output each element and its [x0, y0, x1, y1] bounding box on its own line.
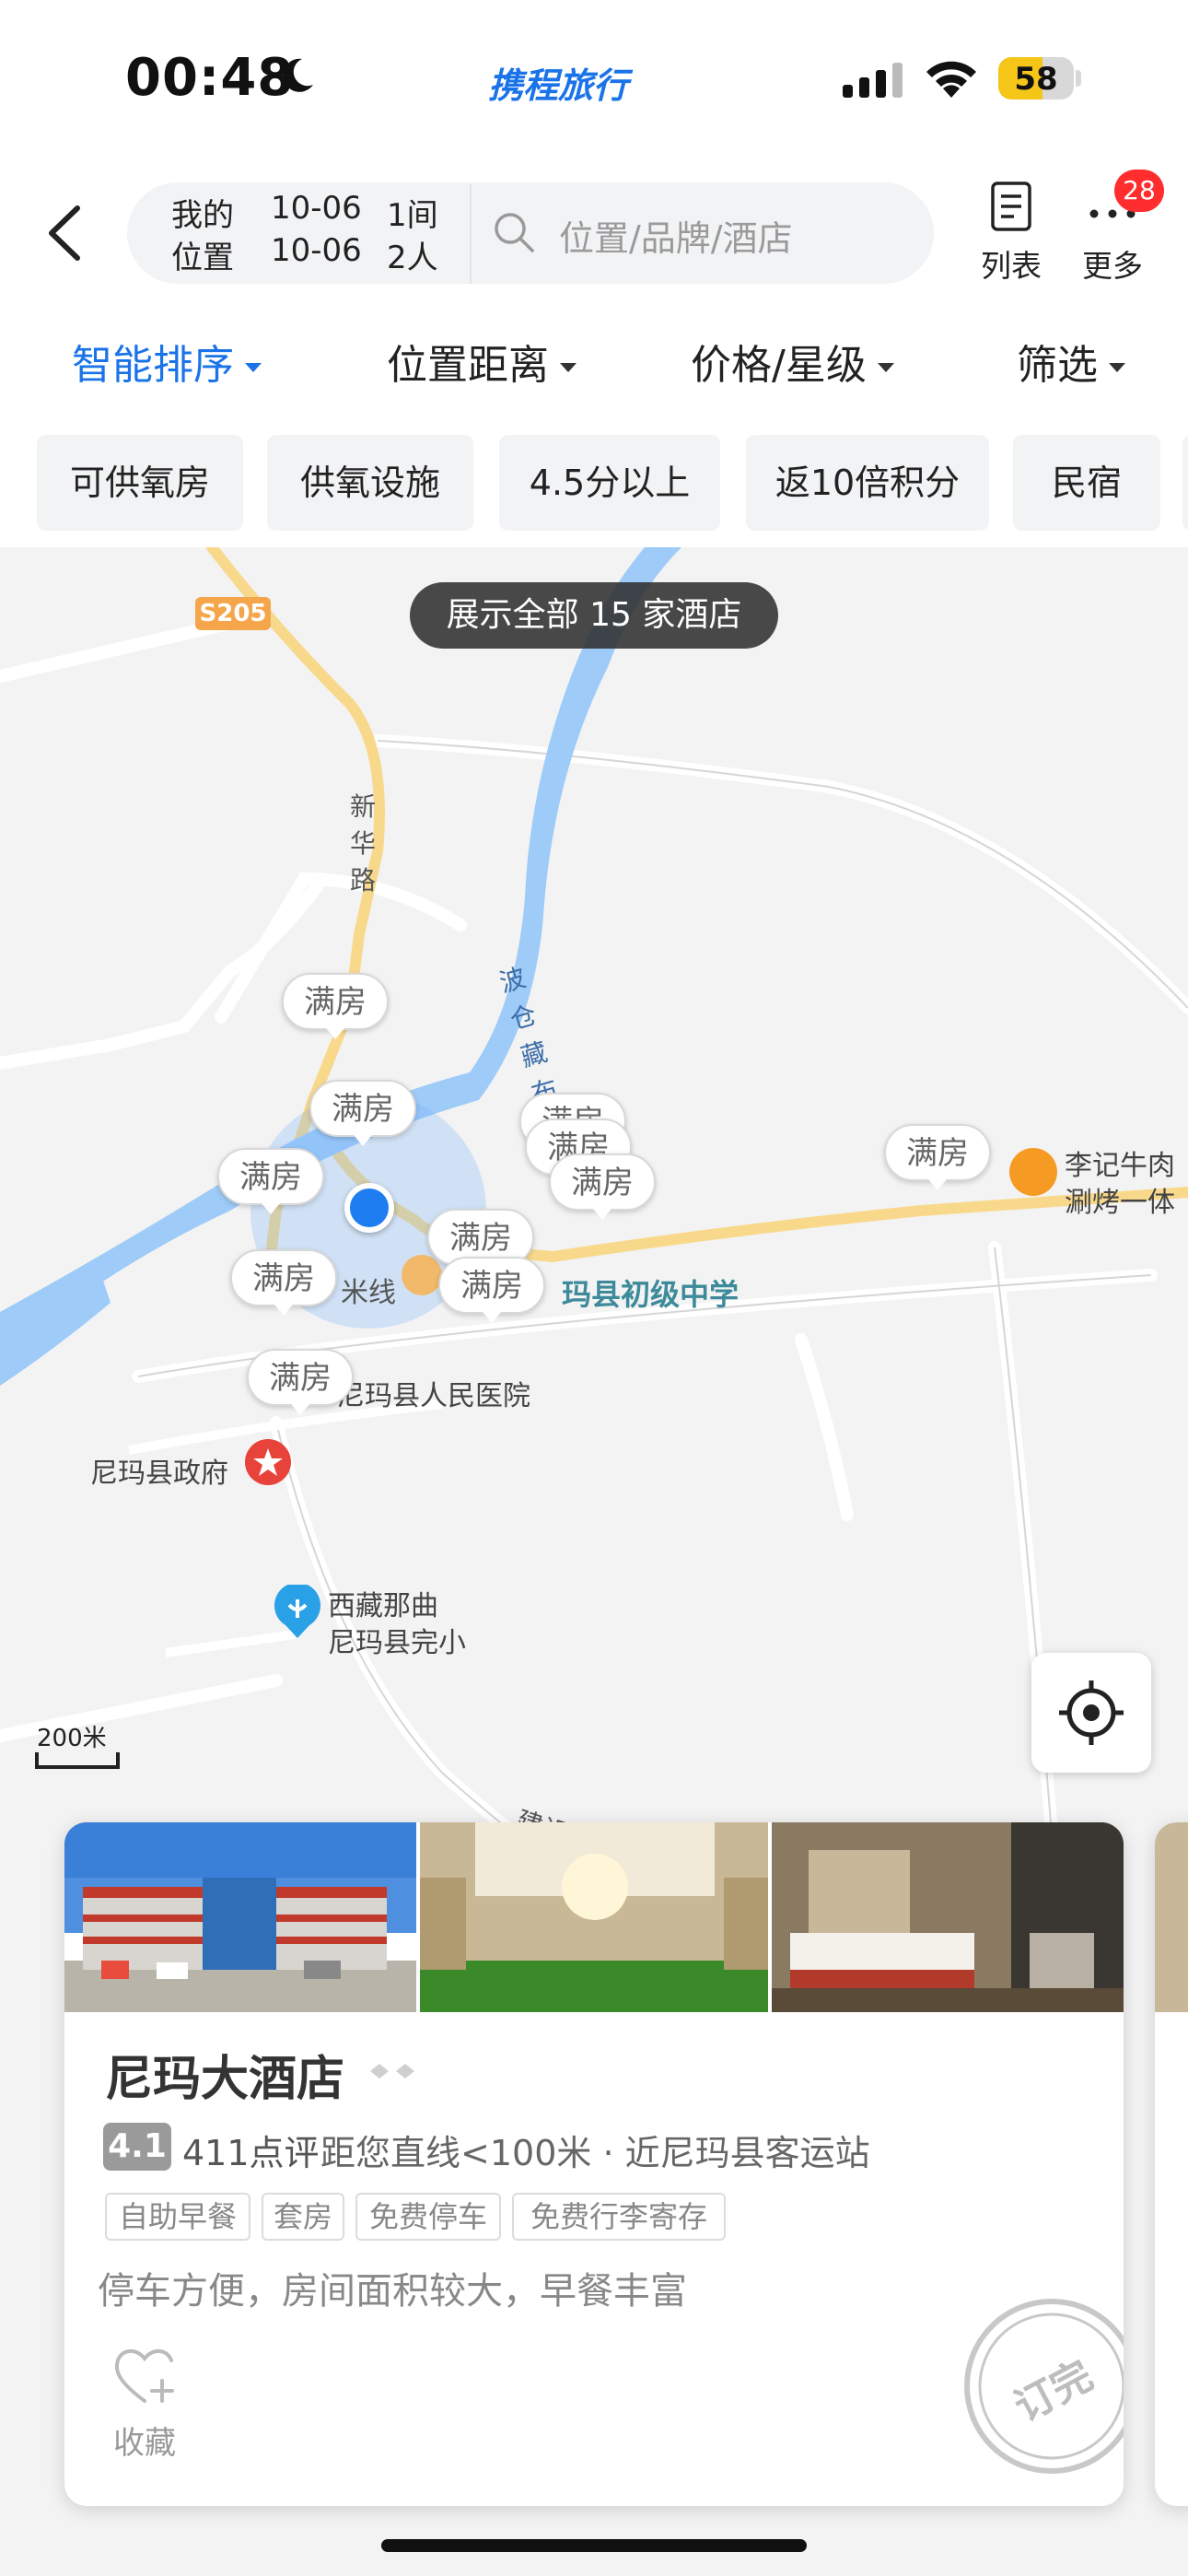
- hotel-marker-full[interactable]: 满房: [282, 973, 389, 1039]
- rating-score-badge: 4.1: [103, 2123, 171, 2171]
- brand-logo: 携程旅行: [488, 65, 629, 106]
- hotel-marker-full[interactable]: 满房: [438, 1257, 545, 1323]
- wifi-icon: [926, 61, 976, 98]
- list-icon: [991, 181, 1031, 231]
- search-divider: [470, 184, 472, 284]
- poi-xizang-line1[interactable]: 西藏那曲: [328, 1583, 438, 1623]
- guest-count[interactable]: 2人: [387, 232, 438, 277]
- hotel-marker-full[interactable]: 满房: [884, 1124, 991, 1190]
- show-all-hotels-button[interactable]: 展示全部 15 家酒店: [410, 582, 778, 649]
- next-hotel-card[interactable]: [1155, 1822, 1188, 2506]
- map-scale-bar: [35, 1752, 120, 1769]
- more-label: 更多: [1082, 248, 1143, 284]
- hotel-marker-full[interactable]: 满房: [247, 1349, 354, 1415]
- moon-icon: [283, 58, 313, 92]
- filter-chip[interactable]: 返10倍积分: [746, 435, 989, 531]
- poi-school[interactable]: 玛县初级中学: [562, 1271, 739, 1314]
- search-icon: [495, 213, 534, 252]
- shop-pin-icon[interactable]: [402, 1255, 442, 1295]
- home-indicator[interactable]: [381, 2539, 807, 2552]
- poi-xizang-line2[interactable]: 尼玛县完小: [328, 1620, 466, 1660]
- favorite-button[interactable]: 收藏: [103, 2344, 186, 2464]
- location-label[interactable]: 我的: [171, 190, 234, 235]
- government-pin-icon[interactable]: [243, 1437, 293, 1487]
- sort-distance[interactable]: 位置距离: [387, 332, 577, 391]
- hotel-marker-full[interactable]: 满房: [309, 1080, 416, 1146]
- amenity-tag: 自助早餐: [105, 2193, 250, 2241]
- amenity-tag: 套房: [262, 2193, 344, 2241]
- school-pin-icon[interactable]: [273, 1585, 322, 1640]
- chevron-down-icon: [877, 363, 894, 372]
- heart-plus-icon: [114, 2349, 174, 2403]
- cellular-signal-icon: [843, 63, 903, 98]
- location-label-line2[interactable]: 位置: [171, 232, 234, 277]
- amenity-tag: 免费行李寄存: [512, 2193, 726, 2241]
- diamond-rating-icon: [370, 2064, 414, 2078]
- list-view-button[interactable]: 列表: [976, 181, 1046, 287]
- list-label: 列表: [981, 248, 1042, 284]
- highway-shield-s205: S205: [195, 597, 271, 630]
- current-location-dot: [344, 1183, 394, 1233]
- filter-chip[interactable]: 可供氧房: [37, 435, 243, 531]
- filter-chip[interactable]: 民宿: [1013, 435, 1160, 531]
- poi-restaurant-line2[interactable]: 涮烤一体: [1065, 1179, 1175, 1220]
- room-count[interactable]: 1间: [387, 190, 438, 235]
- sold-out-stamp: 订完: [960, 2294, 1124, 2478]
- battery-indicator: 58: [998, 57, 1083, 100]
- status-time: 00:48: [125, 48, 295, 108]
- sort-filter[interactable]: 筛选: [1017, 332, 1125, 391]
- notification-badge: 28: [1114, 170, 1164, 212]
- review-count[interactable]: 411点评: [182, 2125, 320, 2175]
- poi-government[interactable]: 尼玛县政府: [90, 1450, 228, 1491]
- search-input[interactable]: 位置/品牌/酒店: [559, 210, 793, 261]
- hotel-photo-lobby[interactable]: [420, 1822, 768, 2012]
- filter-chip-overflow[interactable]: [1182, 435, 1188, 531]
- locate-me-button[interactable]: [1031, 1653, 1151, 1773]
- distance-info: 距您直线<100米 · 近尼玛县客运站: [320, 2133, 870, 2173]
- sort-smart-label: 智能排序: [72, 342, 234, 389]
- hotel-marker-full[interactable]: 满房: [230, 1249, 337, 1316]
- sort-price-star[interactable]: 价格/星级: [691, 332, 894, 391]
- hotel-name[interactable]: 尼玛大酒店: [105, 2040, 344, 2109]
- sort-filter-label: 筛选: [1017, 342, 1098, 389]
- chevron-down-icon: [1109, 363, 1125, 372]
- filter-chip[interactable]: 供氧设施: [267, 435, 473, 531]
- checkin-date[interactable]: 10-06: [271, 190, 362, 227]
- filter-chip[interactable]: 4.5分以上: [499, 435, 720, 531]
- sort-price-label: 价格/星级: [691, 342, 867, 389]
- amenity-tag: 免费停车: [355, 2193, 501, 2241]
- chevron-down-icon: [245, 363, 262, 372]
- favorite-label: 收藏: [113, 2425, 176, 2462]
- road-label-xinhua: 新华路: [350, 791, 377, 896]
- sort-distance-label: 位置距离: [387, 342, 549, 389]
- poi-restaurant-line1[interactable]: 李记牛肉: [1065, 1142, 1175, 1183]
- chevron-down-icon: [560, 363, 577, 372]
- hotel-card[interactable]: 尼玛大酒店 4.1 411点评 距您直线<100米 · 近尼玛县客运站 自助早餐…: [64, 1822, 1124, 2506]
- checkout-date[interactable]: 10-06: [271, 232, 362, 269]
- battery-level: 58: [1014, 61, 1058, 98]
- sort-smart[interactable]: 智能排序: [72, 332, 262, 391]
- poi-fragment: 米线: [341, 1277, 396, 1309]
- hotel-photo-exterior[interactable]: [64, 1822, 416, 2012]
- restaurant-pin-icon[interactable]: [1009, 1148, 1057, 1196]
- hotel-marker-full[interactable]: 满房: [217, 1148, 324, 1214]
- map-scale-label: 200米: [37, 1725, 107, 1752]
- back-arrow-icon[interactable]: [39, 201, 94, 265]
- hotel-photo-room[interactable]: [772, 1822, 1124, 2012]
- crosshair-icon: [1059, 1680, 1124, 1745]
- poi-hospital[interactable]: 尼玛县人民医院: [337, 1373, 530, 1413]
- hotel-highlight: 停车方便，房间面积较大，早餐丰富: [98, 2270, 687, 2313]
- hotel-marker-full[interactable]: 满房: [549, 1153, 656, 1220]
